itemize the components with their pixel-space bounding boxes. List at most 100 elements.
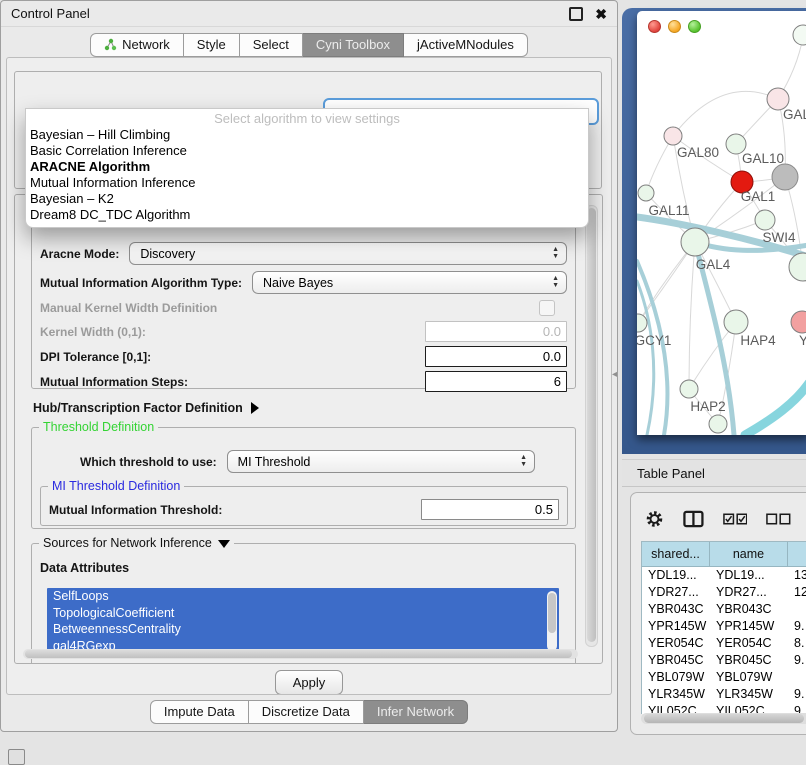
network-icon [104, 38, 117, 51]
table-cell [788, 601, 806, 618]
kernel-width-input[interactable]: 0.0 [425, 321, 567, 342]
network-node-gal11[interactable] [638, 185, 654, 201]
table-row[interactable]: YBL079WYBL079W [642, 669, 806, 686]
mi-steps-label: Mutual Information Steps: [40, 375, 188, 389]
table-column-header[interactable]: shared... [642, 542, 710, 567]
mi-threshold-input[interactable]: 0.5 [421, 499, 559, 520]
network-node-gcy1[interactable] [637, 314, 647, 332]
table-row[interactable]: YPR145WYPR145W9. [642, 618, 806, 635]
attribute-item-selected[interactable]: TopologicalCoefficient [47, 605, 559, 622]
attribute-item-selected[interactable]: SelfLoops [47, 588, 559, 605]
hub-definition-expander[interactable]: Hub/Transcription Factor Definition [33, 399, 594, 417]
columns-icon[interactable] [683, 510, 704, 528]
network-node-gal1[interactable] [755, 210, 775, 230]
tab-label: Network [122, 37, 170, 52]
table-row[interactable]: YDR27...YDR27...12 [642, 584, 806, 601]
settings-vertical-scrollbar[interactable] [585, 205, 598, 647]
algorithm-option[interactable]: Mutual Information Inference [26, 175, 588, 191]
network-node[interactable] [709, 415, 727, 433]
algorithm-option[interactable]: Bayesian – Hill Climbing [26, 127, 588, 143]
table-row[interactable]: YBR045CYBR045C9. [642, 652, 806, 669]
table-cell: 13 [788, 567, 806, 584]
network-node-hap4[interactable] [724, 310, 748, 334]
tab-label: Cyni Toolbox [316, 37, 390, 52]
table-cell: YDL19... [710, 567, 788, 584]
data-attributes-list[interactable]: SelfLoopsTopologicalCoefficientBetweenne… [47, 588, 559, 656]
node-attribute-table[interactable]: shared...name YDL19...YDL19...13YDR27...… [641, 541, 806, 714]
algorithm-option[interactable]: ARACNE Algorithm [26, 159, 588, 175]
network-view-window[interactable]: GALGAL80GAL10GAL1GAL11SWI4GAL4GCY1HAP4YH… [637, 11, 806, 435]
settings-horizontal-scrollbar[interactable] [23, 649, 578, 659]
table-panel-window: shared...name YDL19...YDL19...13YDR27...… [630, 492, 806, 735]
mi-steps-input[interactable]: 6 [425, 371, 567, 392]
table-cell: YBL079W [642, 669, 710, 686]
tab-select[interactable]: Select [240, 33, 303, 57]
algorithm-option[interactable]: Bayesian – K2 [26, 191, 588, 207]
dpi-tolerance-input[interactable]: 0.0 [425, 346, 567, 367]
close-icon[interactable]: ✖ [595, 7, 607, 21]
tab-discretize-data[interactable]: Discretize Data [249, 700, 364, 724]
window-minimize-button[interactable] [668, 20, 681, 33]
select-all-checkboxes-icon[interactable] [723, 513, 748, 525]
node-label: GAL1 [741, 189, 776, 204]
algorithm-option[interactable]: Dream8 DC_TDC Algorithm [26, 207, 588, 223]
tab-network[interactable]: Network [90, 33, 184, 57]
cyni-algorithm-settings-group: Cyni Algorithm Settings Algorithm Defini… [14, 194, 603, 664]
tab-label: Impute Data [164, 704, 235, 719]
node-label: GAL80 [677, 145, 719, 160]
table-row[interactable]: YLR345WYLR345W9. [642, 686, 806, 703]
table-row[interactable]: YBR043CYBR043C [642, 601, 806, 618]
table-cell: 9. [788, 618, 806, 635]
window-close-button[interactable] [648, 20, 661, 33]
table-row[interactable]: YDL19...YDL19...13 [642, 567, 806, 584]
float-window-icon[interactable] [569, 7, 583, 21]
table-cell: YBR045C [642, 652, 710, 669]
network-node-swi4[interactable] [789, 253, 806, 281]
attributes-list-scrollbar[interactable] [547, 591, 557, 651]
which-threshold-combo[interactable]: MI Threshold ▲▼ [227, 450, 535, 473]
aracne-mode-value: Discovery [140, 247, 195, 261]
table-cell: YLR345W [710, 686, 788, 703]
table-cell: YPR145W [642, 618, 710, 635]
table-column-header[interactable]: name [710, 542, 788, 567]
table-row[interactable]: YER054CYER054C8. [642, 635, 806, 652]
table-cell: YER054C [710, 635, 788, 652]
node-label: GAL10 [742, 151, 784, 166]
table-cell: YDR27... [710, 584, 788, 601]
tab-impute-data[interactable]: Impute Data [150, 700, 249, 724]
deselect-checkboxes-icon[interactable] [766, 513, 791, 525]
table-column-header[interactable] [788, 542, 806, 567]
mi-type-combo[interactable]: Naive Bayes ▲▼ [252, 271, 567, 294]
network-node-y[interactable] [791, 311, 806, 333]
minimized-panel-icon[interactable] [8, 749, 25, 765]
hub-definition-label: Hub/Transcription Factor Definition [33, 401, 243, 415]
splitter-collapse-arrow[interactable]: ◂ [612, 369, 617, 380]
attribute-item-selected[interactable]: BetweennessCentrality [47, 621, 559, 638]
node-label: GCY1 [637, 333, 671, 348]
aracne-mode-combo[interactable]: Discovery ▲▼ [129, 242, 567, 265]
algorithm-option[interactable]: Basic Correlation Inference [26, 143, 588, 159]
network-canvas[interactable]: GALGAL80GAL10GAL1GAL11SWI4GAL4GCY1HAP4YH… [637, 11, 806, 435]
table-horizontal-scrollbar[interactable] [641, 713, 806, 724]
network-node-gal4[interactable] [681, 228, 709, 256]
tab-label: Style [197, 37, 226, 52]
sources-group: Sources for Network Inference Data Attri… [31, 543, 576, 664]
mi-type-label: Mutual Information Algorithm Type: [40, 276, 242, 290]
mi-threshold-label: Mutual Information Threshold: [49, 503, 222, 517]
tab-jactivemnodules[interactable]: jActiveMNodules [404, 33, 528, 57]
table-cell: 12 [788, 584, 806, 601]
window-zoom-button[interactable] [688, 20, 701, 33]
network-node[interactable] [793, 25, 806, 45]
tab-infer-network[interactable]: Infer Network [364, 700, 468, 724]
kernel-width-label: Kernel Width (0,1): [40, 325, 146, 339]
apply-button[interactable]: Apply [275, 670, 343, 695]
manual-kernel-checkbox[interactable] [539, 300, 555, 316]
sources-group-title[interactable]: Sources for Network Inference [39, 536, 234, 550]
gear-icon[interactable] [645, 509, 664, 529]
tab-cyni-toolbox[interactable]: Cyni Toolbox [303, 33, 404, 57]
network-node-hap2[interactable] [680, 380, 698, 398]
network-node[interactable] [772, 164, 798, 190]
network-node-gal80[interactable] [664, 127, 682, 145]
tab-style[interactable]: Style [184, 33, 240, 57]
mi-type-value: Naive Bayes [263, 276, 333, 290]
